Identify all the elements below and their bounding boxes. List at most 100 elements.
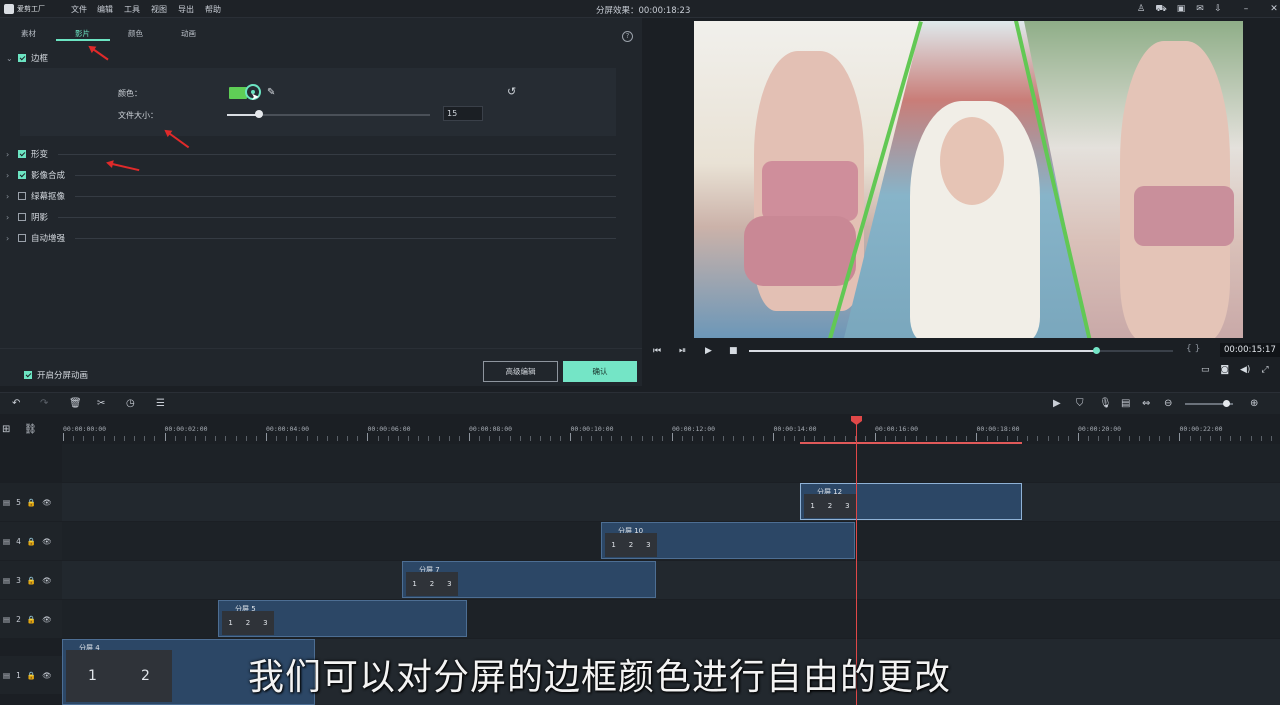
size-slider-handle[interactable]	[255, 110, 263, 118]
marker-icon[interactable]: ⛉	[1076, 398, 1084, 409]
zoom-in-icon[interactable]: ⊕	[1250, 398, 1258, 409]
ruler-tick	[1190, 436, 1191, 441]
cut-icon[interactable]: ✂	[97, 398, 105, 409]
ruler-tick	[398, 436, 399, 441]
lock-icon[interactable]: 🔒	[27, 576, 36, 585]
fullscreen-icon[interactable]: ⤢	[1261, 365, 1268, 375]
ruler-tick	[1027, 436, 1028, 441]
eye-icon[interactable]: 👁	[42, 498, 52, 507]
menu-view[interactable]: 视图	[151, 4, 167, 15]
audio-mixer-icon[interactable]: ▤	[1121, 398, 1130, 409]
eye-icon[interactable]: 👁	[42, 615, 52, 624]
menu-edit[interactable]: 编辑	[97, 4, 113, 15]
eye-icon[interactable]: 👁	[42, 576, 52, 585]
auto-enhance-checkbox[interactable]	[18, 234, 26, 242]
add-track-icon[interactable]: ⊞	[2, 424, 10, 435]
mark-in-out-icon[interactable]: { }	[1186, 344, 1200, 354]
stop-icon[interactable]: ■	[729, 346, 738, 356]
mail-icon[interactable]: ✉	[1194, 3, 1206, 15]
help-icon[interactable]: ?	[622, 31, 633, 42]
step-icon[interactable]: ⏯	[679, 346, 686, 356]
minimize-icon[interactable]: –	[1240, 3, 1252, 15]
cart-icon[interactable]: ⛟	[1155, 3, 1167, 15]
mic-icon[interactable]: 🎙	[1099, 398, 1112, 409]
border-checkbox[interactable]	[18, 54, 26, 62]
ruler-tick	[1068, 436, 1069, 441]
clip-split-5[interactable]: 分屏 5 123	[218, 600, 467, 637]
snapshot-icon[interactable]: ◙	[1220, 365, 1229, 375]
eyedropper-icon[interactable]: ✎	[267, 87, 275, 98]
greenscreen-checkbox[interactable]	[18, 192, 26, 200]
eye-icon[interactable]: 👁	[42, 671, 52, 680]
chevron-down-icon[interactable]: ⌄	[6, 54, 16, 63]
lock-icon[interactable]: 🔒	[27, 615, 36, 624]
save-icon[interactable]: ▣	[1175, 3, 1187, 15]
menu-export[interactable]: 导出	[178, 4, 194, 15]
confirm-button[interactable]: 确认	[563, 361, 637, 382]
undo-icon[interactable]: ↶	[12, 398, 20, 409]
section-auto-enhance[interactable]: › 自动增强	[6, 231, 616, 245]
chevron-right-icon[interactable]: ›	[6, 234, 16, 243]
eye-icon[interactable]: 👁	[42, 537, 52, 546]
track-icon: ▤	[3, 575, 11, 585]
redo-icon[interactable]: ↷	[40, 398, 48, 409]
reset-icon[interactable]: ↺	[507, 85, 516, 98]
chevron-right-icon[interactable]: ›	[6, 213, 16, 222]
zoom-out-icon[interactable]: ⊖	[1164, 398, 1172, 409]
split-animation-toggle[interactable]: 开启分屏动画	[22, 369, 88, 381]
ruler-tick	[1240, 436, 1241, 441]
size-input[interactable]: 15	[443, 106, 483, 121]
clip-split-12[interactable]: 分屏 12 123	[800, 483, 1022, 520]
menu-tools[interactable]: 工具	[124, 4, 140, 15]
chevron-right-icon[interactable]: ›	[6, 150, 16, 159]
tab-color[interactable]: 颜色	[128, 28, 143, 39]
display-icon[interactable]: ▭	[1201, 365, 1210, 375]
download-icon[interactable]: ⇩	[1212, 3, 1224, 15]
clip-split-10[interactable]: 分屏 10 123	[601, 522, 855, 559]
split-animation-checkbox[interactable]	[24, 371, 32, 379]
ruler-tick	[966, 436, 967, 441]
user-icon[interactable]: ♙	[1135, 3, 1147, 15]
composite-checkbox[interactable]	[18, 171, 26, 179]
ruler-tick	[185, 436, 186, 441]
ruler-tick	[905, 436, 906, 441]
close-icon[interactable]: ✕	[1268, 3, 1280, 15]
delete-icon[interactable]: 🗑	[69, 398, 82, 409]
adjust-icon[interactable]: ☰	[156, 398, 165, 409]
chevron-right-icon[interactable]: ›	[6, 192, 16, 201]
tab-media[interactable]: 素材	[21, 28, 36, 39]
tab-animation[interactable]: 动画	[181, 28, 196, 39]
shadow-checkbox[interactable]	[18, 213, 26, 221]
playback-handle[interactable]	[1093, 347, 1100, 354]
lock-icon[interactable]: 🔒	[27, 537, 36, 546]
deform-checkbox[interactable]	[18, 150, 26, 158]
split-animation-label: 开启分屏动画	[37, 371, 89, 381]
volume-icon[interactable]: ◀)	[1240, 365, 1250, 375]
timeline-ruler[interactable]: ⊞ ⛓ 00:00:00:00 00:00:02:00 00:00:04:00 00:…	[0, 416, 1280, 444]
lock-icon[interactable]: 🔒	[27, 498, 36, 507]
play-icon[interactable]: ▶	[705, 346, 712, 356]
track-3[interactable]	[62, 561, 1280, 599]
ruler-tick	[662, 436, 663, 441]
speed-icon[interactable]: ◷	[126, 398, 135, 409]
track-5[interactable]	[62, 483, 1280, 521]
prev-frame-icon[interactable]: ⏮	[653, 346, 661, 356]
fit-icon[interactable]: ⇔	[1142, 398, 1150, 409]
menu-help[interactable]: 帮助	[205, 4, 221, 15]
clip-split-7[interactable]: 分屏 7 123	[402, 561, 656, 598]
section-deform[interactable]: › 形变	[6, 147, 616, 161]
ruler-tick	[428, 436, 429, 441]
lock-icon[interactable]: 🔒	[27, 671, 36, 680]
render-icon[interactable]: ▶	[1053, 398, 1061, 409]
section-shadow[interactable]: › 阴影	[6, 210, 616, 224]
video-preview[interactable]	[694, 21, 1243, 338]
section-composite[interactable]: › 影像合成	[6, 168, 616, 182]
playback-progress[interactable]	[749, 350, 1173, 352]
zoom-handle[interactable]	[1223, 400, 1230, 407]
advanced-edit-button[interactable]: 高级编辑	[483, 361, 558, 382]
tab-video[interactable]: 影片	[75, 28, 90, 39]
link-icon[interactable]: ⛓	[24, 424, 37, 435]
menu-file[interactable]: 文件	[71, 4, 87, 15]
section-greenscreen[interactable]: › 绿幕抠像	[6, 189, 616, 203]
chevron-right-icon[interactable]: ›	[6, 171, 16, 180]
